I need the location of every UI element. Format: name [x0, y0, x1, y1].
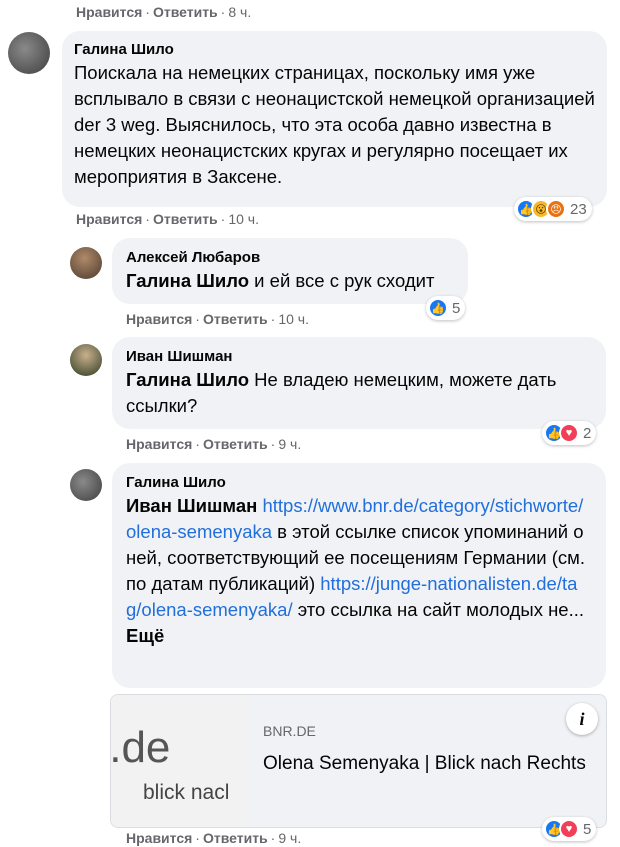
- link-preview-card[interactable]: r.de blick nacl BNR.DE Olena Semenyaka |…: [110, 694, 607, 828]
- comment-actions: Нравится · Ответить · 9 ч.: [126, 436, 302, 452]
- comment-actions: Нравится · Ответить · 10 ч.: [76, 211, 259, 227]
- mention-link[interactable]: Галина Шило: [126, 369, 249, 390]
- comment-text: Галина Шило и ей все с рук сходит: [126, 270, 435, 291]
- comment-time[interactable]: 8 ч.: [228, 4, 251, 20]
- comment-author[interactable]: Галина Шило: [126, 474, 592, 491]
- reaction-summary[interactable]: 👍 ♥ 5: [542, 817, 597, 841]
- link-domain: BNR.DE: [263, 723, 316, 739]
- reply-link[interactable]: Ответить: [203, 311, 268, 327]
- comment-text: Иван Шишман https://www.bnr.de/category/…: [126, 495, 586, 646]
- reaction-summary[interactable]: 👍 😮 😠 23: [514, 197, 592, 221]
- comment-bubble: Алексей Любаров Галина Шило и ей все с р…: [112, 238, 468, 304]
- comment-actions: Нравится · Ответить · 10 ч.: [126, 311, 309, 327]
- link-info: BNR.DE Olena Semenyaka | Blick nach Rech…: [247, 695, 606, 827]
- avatar[interactable]: [70, 247, 102, 279]
- reaction-count: 23: [570, 200, 587, 218]
- reply-link[interactable]: Ответить: [203, 436, 268, 452]
- reaction-count: 5: [452, 299, 461, 317]
- comment-actions: Нравится · Ответить · 9 ч.: [126, 830, 302, 846]
- comment-author[interactable]: Иван Шишман: [126, 348, 592, 365]
- info-icon[interactable]: i: [566, 703, 598, 735]
- like-link[interactable]: Нравится: [126, 436, 192, 452]
- avatar[interactable]: [70, 344, 102, 376]
- like-link[interactable]: Нравится: [126, 830, 192, 846]
- reaction-count: 5: [583, 820, 592, 838]
- angry-icon: 😠: [546, 199, 566, 219]
- like-link[interactable]: Нравится: [76, 211, 142, 227]
- avatar[interactable]: [70, 469, 102, 501]
- comment-bubble: Галина Шило Иван Шишман https://www.bnr.…: [112, 463, 606, 688]
- comment-time[interactable]: 10 ч.: [278, 311, 309, 327]
- reaction-count: 2: [583, 424, 592, 442]
- avatar[interactable]: [8, 32, 50, 74]
- mention-link[interactable]: Иван Шишман: [126, 495, 257, 516]
- like-link[interactable]: Нравится: [76, 4, 142, 20]
- comment-text: Поискала на немецких страницах, поскольк…: [74, 62, 595, 187]
- mention-link[interactable]: Галина Шило: [126, 270, 249, 291]
- reaction-summary[interactable]: 👍 5: [426, 296, 466, 320]
- comment-author[interactable]: Алексей Любаров: [126, 249, 454, 266]
- see-more-link[interactable]: Ещё: [126, 625, 164, 646]
- care-icon: ♥: [559, 819, 579, 839]
- thumbnail-text: r.de: [111, 723, 171, 772]
- comment-bubble: Иван Шишман Галина Шило Не владею немецк…: [112, 337, 606, 429]
- thumbnail-caption: blick nacl: [143, 781, 230, 804]
- reaction-summary[interactable]: 👍 ♥ 2: [542, 421, 597, 445]
- reply-link[interactable]: Ответить: [153, 211, 218, 227]
- care-icon: ♥: [559, 423, 579, 443]
- reply-link[interactable]: Ответить: [203, 830, 268, 846]
- comment-author[interactable]: Галина Шило: [74, 41, 595, 58]
- comment-time[interactable]: 9 ч.: [278, 830, 301, 846]
- like-link[interactable]: Нравится: [126, 311, 192, 327]
- comment-text: Галина Шило Не владею немецким, можете д…: [126, 369, 557, 416]
- comment-bubble: Галина Шило Поискала на немецких страниц…: [62, 31, 607, 207]
- like-icon: 👍: [428, 298, 448, 318]
- comment-actions-top: Нравится · Ответить · 8 ч.: [76, 4, 252, 20]
- link-title[interactable]: Olena Semenyaka | Blick nach Rechts: [263, 751, 592, 777]
- link-thumbnail: r.de blick nacl: [111, 695, 247, 827]
- comment-time[interactable]: 9 ч.: [278, 436, 301, 452]
- reply-link[interactable]: Ответить: [153, 4, 218, 20]
- comment-time[interactable]: 10 ч.: [228, 211, 259, 227]
